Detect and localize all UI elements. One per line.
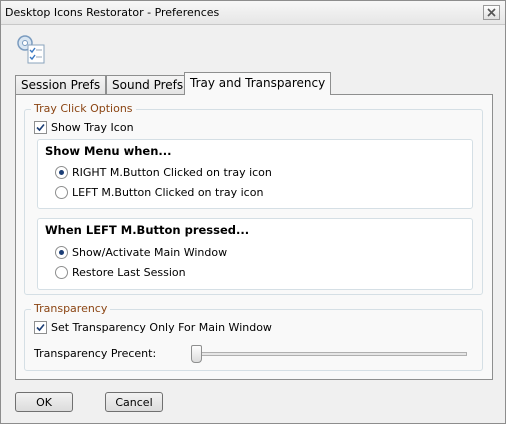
left-button-label: LEFT M.Button Clicked on tray icon — [72, 186, 264, 199]
restore-last-session-radio[interactable] — [55, 266, 68, 279]
left-button-radio[interactable] — [55, 186, 68, 199]
main-window-only-label: Set Transparency Only For Main Window — [51, 321, 272, 334]
show-menu-title: Show Menu when... — [45, 144, 172, 158]
transparency-group: Transparency — [24, 302, 483, 371]
settings-list-icon — [15, 33, 47, 65]
ok-button[interactable]: OK — [15, 392, 73, 412]
checkmark-icon — [36, 123, 45, 132]
show-main-window-option[interactable]: Show/Activate Main Window — [55, 246, 227, 259]
transparency-slider-thumb[interactable] — [191, 345, 202, 363]
tab-session-prefs[interactable]: Session Prefs — [15, 75, 107, 95]
checkmark-icon — [36, 323, 45, 332]
right-button-option[interactable]: RIGHT M.Button Clicked on tray icon — [55, 166, 272, 179]
show-tray-icon-row[interactable]: Show Tray Icon — [34, 121, 134, 134]
left-button-option[interactable]: LEFT M.Button Clicked on tray icon — [55, 186, 263, 199]
close-button[interactable] — [483, 5, 500, 20]
cancel-button[interactable]: Cancel — [105, 392, 163, 412]
show-tray-icon-checkbox[interactable] — [34, 121, 47, 134]
main-window-only-row[interactable]: Set Transparency Only For Main Window — [34, 321, 272, 334]
right-button-label: RIGHT M.Button Clicked on tray icon — [72, 166, 272, 179]
left-pressed-title: When LEFT M.Button pressed... — [45, 223, 250, 237]
tray-click-options-legend: Tray Click Options — [31, 102, 136, 115]
show-main-window-label: Show/Activate Main Window — [72, 246, 228, 259]
close-icon — [487, 8, 496, 17]
restore-last-session-label: Restore Last Session — [72, 266, 186, 279]
show-main-window-radio[interactable] — [55, 246, 68, 259]
show-tray-icon-label: Show Tray Icon — [51, 121, 134, 134]
tab-tray-and-transparency[interactable]: Tray and Transparency — [184, 72, 332, 95]
transparency-slider-track[interactable] — [195, 352, 467, 356]
tab-sound-prefs[interactable]: Sound Prefs — [106, 75, 190, 95]
preferences-window: Desktop Icons Restorator - Preferences S… — [0, 0, 506, 424]
window-title: Desktop Icons Restorator - Preferences — [5, 6, 220, 19]
title-bar[interactable]: Desktop Icons Restorator - Preferences — [1, 1, 505, 25]
restore-last-session-option[interactable]: Restore Last Session — [55, 266, 186, 279]
transparency-legend: Transparency — [31, 302, 111, 315]
main-window-only-checkbox[interactable] — [34, 321, 47, 334]
transparency-percent-label: Transparency Precent: — [34, 347, 157, 360]
right-button-radio[interactable] — [55, 166, 68, 179]
